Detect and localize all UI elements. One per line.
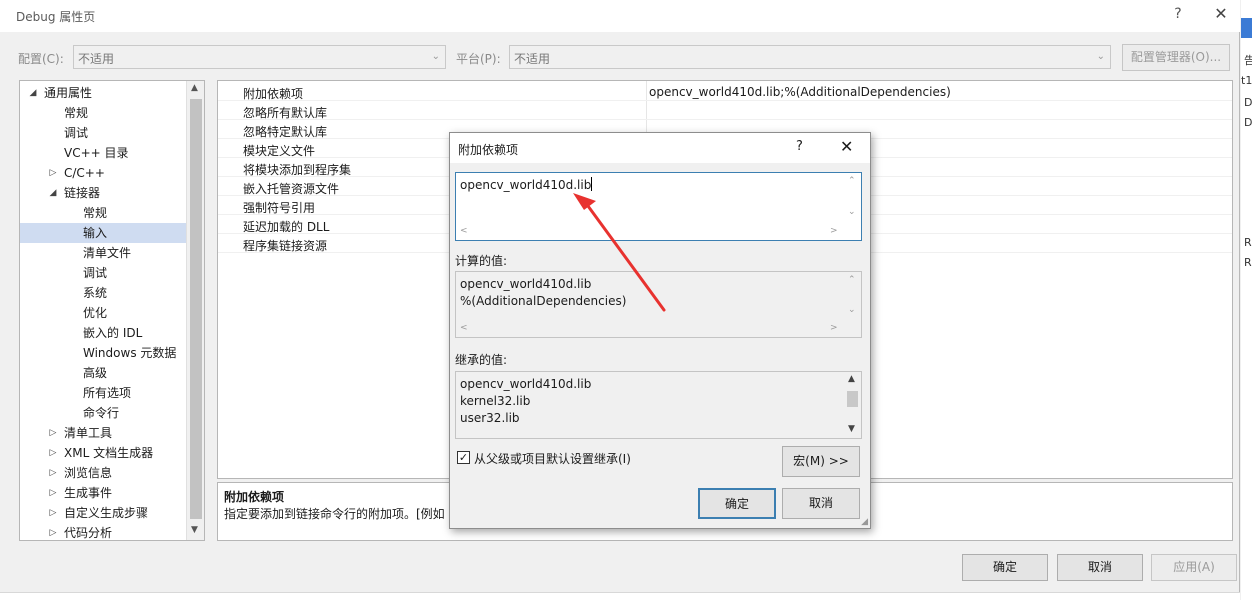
- annotation-arrow: [573, 193, 666, 312]
- annotation-arrow-head: [573, 193, 596, 210]
- annotation-arrow-shaft: [586, 204, 666, 312]
